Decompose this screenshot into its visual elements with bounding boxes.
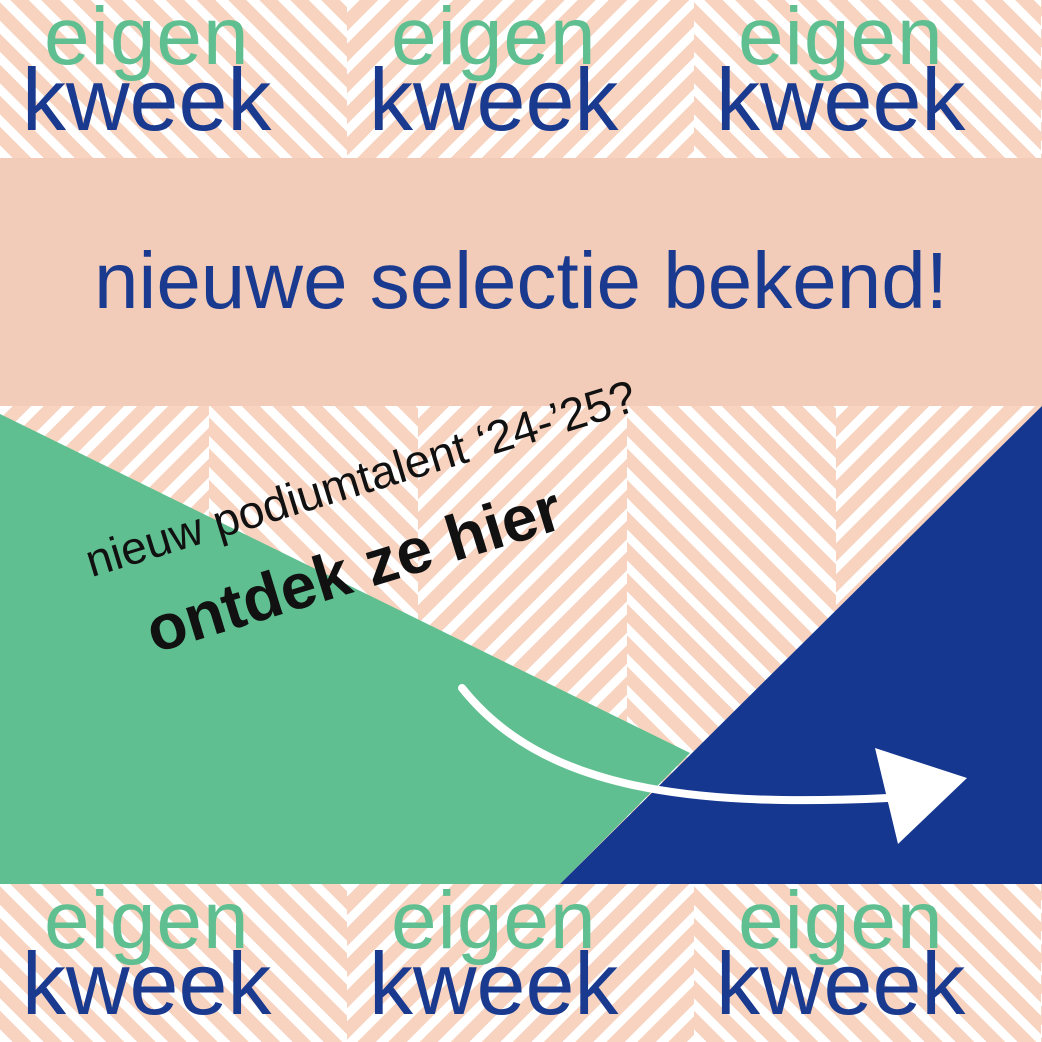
logo-tile: eigen kweek xyxy=(694,0,1041,158)
logo-tile: eigen kweek xyxy=(347,0,694,158)
logo-word-kweek: kweek xyxy=(716,934,966,1033)
top-logo-band: eigen kweek eigen kweek eigen kweek xyxy=(0,0,1042,158)
logo-tile: eigen kweek xyxy=(0,884,347,1042)
logo-tile: eigen kweek xyxy=(694,884,1041,1042)
logo-word-kweek: kweek xyxy=(369,934,619,1033)
headline: nieuwe selectie bekend! xyxy=(94,236,948,325)
logo-word-kweek: kweek xyxy=(22,50,272,149)
bottom-logo-band: eigen kweek eigen kweek eigen kweek xyxy=(0,884,1042,1042)
logo-word-kweek: kweek xyxy=(369,50,619,149)
logo-tile: eigen kweek xyxy=(347,884,694,1042)
logo-tile: eigen kweek xyxy=(0,0,347,158)
logo-word-kweek: kweek xyxy=(22,934,272,1033)
logo-word-kweek: kweek xyxy=(716,50,966,149)
